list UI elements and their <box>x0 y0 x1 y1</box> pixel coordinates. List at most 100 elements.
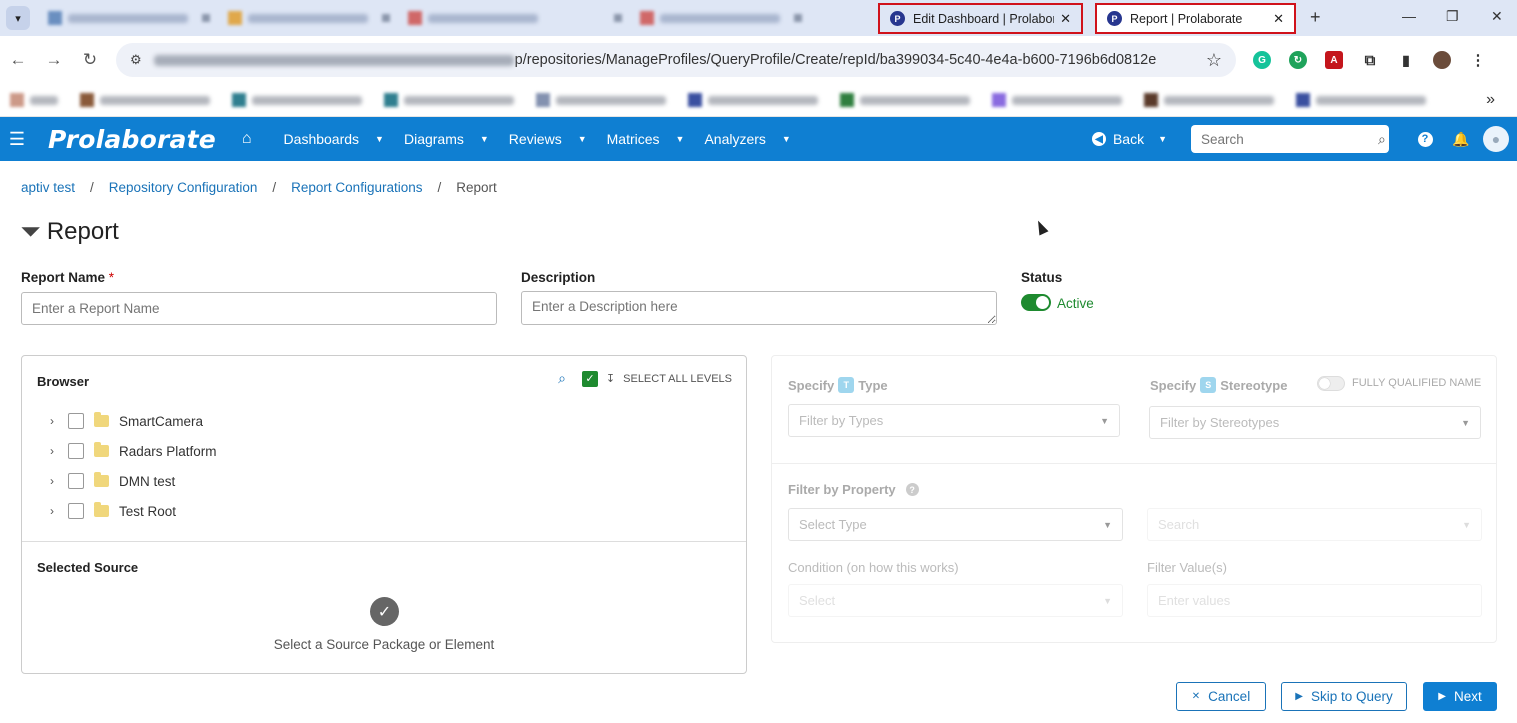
user-avatar[interactable]: ● <box>1483 126 1509 152</box>
bookmark-star-icon[interactable]: ☆ <box>1206 50 1222 71</box>
back-button[interactable]: ◀ Back ▼ <box>1091 131 1167 147</box>
brand-logo[interactable]: Prolaborate <box>48 125 216 154</box>
folder-icon <box>94 502 109 517</box>
tab-title: Report | Prolaborate <box>1130 11 1243 26</box>
side-panel-icon[interactable]: ▮ <box>1388 51 1424 69</box>
bookmark-item[interactable] <box>688 93 818 107</box>
required-mark: * <box>108 270 115 285</box>
fully-qualified-toggle[interactable] <box>1317 376 1345 391</box>
breadcrumb-item[interactable]: Report Configurations <box>291 180 422 195</box>
status-toggle[interactable] <box>1021 294 1051 311</box>
breadcrumb-item[interactable]: aptiv test <box>21 180 75 195</box>
browser-menu-icon[interactable]: ⋮ <box>1460 51 1496 69</box>
bookmark-item[interactable] <box>1144 93 1274 107</box>
extensions-puzzle-icon[interactable]: ⧉ <box>1352 51 1388 69</box>
more-bookmarks-icon[interactable]: » <box>1486 91 1495 109</box>
tree-checkbox[interactable] <box>68 473 84 489</box>
report-name-input[interactable] <box>21 292 497 325</box>
profile-avatar-icon[interactable] <box>1424 51 1460 69</box>
tree-checkbox[interactable] <box>68 503 84 519</box>
back-circle-icon: ◀ <box>1091 132 1106 146</box>
cancel-button[interactable]: ✕ Cancel <box>1176 682 1266 711</box>
menu-dashboards[interactable]: Dashboards ▼ <box>284 131 384 147</box>
tree-checkbox[interactable] <box>68 413 84 429</box>
caret-down-icon[interactable]: ▼ <box>1158 134 1167 144</box>
condition-select[interactable]: Select ▼ <box>788 584 1123 617</box>
maximize-icon[interactable]: ❐ <box>1446 8 1459 25</box>
skip-to-query-button[interactable]: ▶ Skip to Query <box>1281 682 1407 711</box>
window-close-icon[interactable]: ✕ <box>1491 8 1503 25</box>
search-icon[interactable]: ⌕ <box>558 370 566 387</box>
site-info-icon[interactable]: ⚙ <box>130 52 142 68</box>
search-input[interactable] <box>1201 131 1378 147</box>
breadcrumb: aptiv test / Repository Configuration / … <box>21 180 497 195</box>
blurred-tab[interactable] <box>408 9 622 27</box>
caret-down-icon: ▼ <box>1100 415 1109 426</box>
filter-by-types-select[interactable]: Filter by Types ▼ <box>788 404 1120 437</box>
chevron-right-icon[interactable]: › <box>50 504 60 518</box>
tree-item[interactable]: › SmartCamera <box>50 406 217 436</box>
reload-icon[interactable]: ↻ <box>72 50 108 70</box>
bookmark-item[interactable] <box>384 93 514 107</box>
bookmark-item[interactable] <box>536 93 666 107</box>
menu-analyzers[interactable]: Analyzers ▼ <box>704 131 790 147</box>
new-tab-icon[interactable]: + <box>1310 7 1321 28</box>
url-field[interactable]: ⚙ p/repositories/ManageProfiles/QueryPro… <box>116 43 1236 77</box>
menu-matrices[interactable]: Matrices ▼ <box>607 131 685 147</box>
chevron-right-icon[interactable]: › <box>50 414 60 428</box>
button-label: Next <box>1453 689 1482 704</box>
blurred-tab[interactable] <box>48 9 210 27</box>
browser-tools: ⌕ ✓ ↧ SELECT ALL LEVELS <box>558 370 732 387</box>
notification-bell-icon[interactable]: 🔔 <box>1443 131 1479 148</box>
blurred-tab[interactable] <box>640 9 802 27</box>
caret-down-icon: ▼ <box>1462 519 1471 530</box>
label-text: Specify <box>1150 377 1197 393</box>
property-search-dropdown[interactable]: Search ▼ <box>1147 508 1482 541</box>
search-icon[interactable]: ⌕ <box>1378 131 1386 148</box>
filter-values-input[interactable]: Enter values <box>1147 584 1482 617</box>
selected-source-empty: Select a Source Package or Element <box>273 637 495 652</box>
hamburger-menu-icon[interactable]: ☰ <box>2 129 32 150</box>
bookmark-item[interactable] <box>80 93 210 107</box>
help-icon[interactable]: ? <box>905 483 919 496</box>
next-button[interactable]: ▶ Next <box>1423 682 1497 711</box>
filter-by-stereotypes-select[interactable]: Filter by Stereotypes ▼ <box>1149 406 1481 439</box>
forward-arrow-icon[interactable]: → <box>36 50 72 70</box>
description-textarea[interactable] <box>521 291 997 325</box>
close-icon[interactable]: ✕ <box>1060 11 1071 27</box>
menu-diagrams[interactable]: Diagrams ▼ <box>404 131 489 147</box>
help-button[interactable]: ? <box>1407 131 1443 147</box>
tree-checkbox[interactable] <box>68 443 84 459</box>
caret-down-icon: ▼ <box>375 134 384 144</box>
tab-report[interactable]: P Report | Prolaborate ✕ <box>1095 3 1296 34</box>
bookmark-item[interactable] <box>10 93 58 107</box>
tree-item[interactable]: › Test Root <box>50 496 217 526</box>
bookmark-item[interactable] <box>840 93 970 107</box>
close-icon[interactable]: ✕ <box>1273 11 1284 27</box>
breadcrumb-item[interactable]: Repository Configuration <box>109 180 258 195</box>
tree-item[interactable]: › Radars Platform <box>50 436 217 466</box>
back-arrow-icon[interactable]: ← <box>0 50 36 70</box>
description-label: Description <box>521 270 596 285</box>
bookmark-item[interactable] <box>232 93 362 107</box>
chevron-right-icon[interactable]: › <box>50 444 60 458</box>
extension-green-icon[interactable]: ↻ <box>1280 51 1316 69</box>
pdf-extension-icon[interactable]: A <box>1316 51 1352 69</box>
bookmark-item[interactable] <box>1296 93 1426 107</box>
grammarly-icon[interactable]: G <box>1244 51 1280 69</box>
app-header: ☰ Prolaborate ⌂ Dashboards ▼ Diagrams ▼ Re… <box>0 117 1517 161</box>
select-type-dropdown[interactable]: Select Type ▼ <box>788 508 1123 541</box>
tab-edit-dashboard[interactable]: P Edit Dashboard | Prolaborate ✕ <box>878 3 1083 34</box>
select-all-checkbox[interactable]: ✓ <box>581 370 598 387</box>
tab-search-icon[interactable]: ▾ <box>6 6 30 30</box>
chevron-right-icon[interactable]: › <box>50 474 60 488</box>
blurred-tab[interactable] <box>228 9 390 27</box>
button-label: Skip to Query <box>1310 689 1393 704</box>
bookmark-item[interactable] <box>992 93 1122 107</box>
back-label: Back <box>1112 131 1145 147</box>
menu-reviews[interactable]: Reviews ▼ <box>509 131 587 147</box>
minimize-icon[interactable]: — <box>1402 8 1416 24</box>
caret-down-icon: ▼ <box>1103 519 1112 530</box>
tree-item[interactable]: › DMN test <box>50 466 217 496</box>
home-icon[interactable]: ⌂ <box>242 130 252 148</box>
